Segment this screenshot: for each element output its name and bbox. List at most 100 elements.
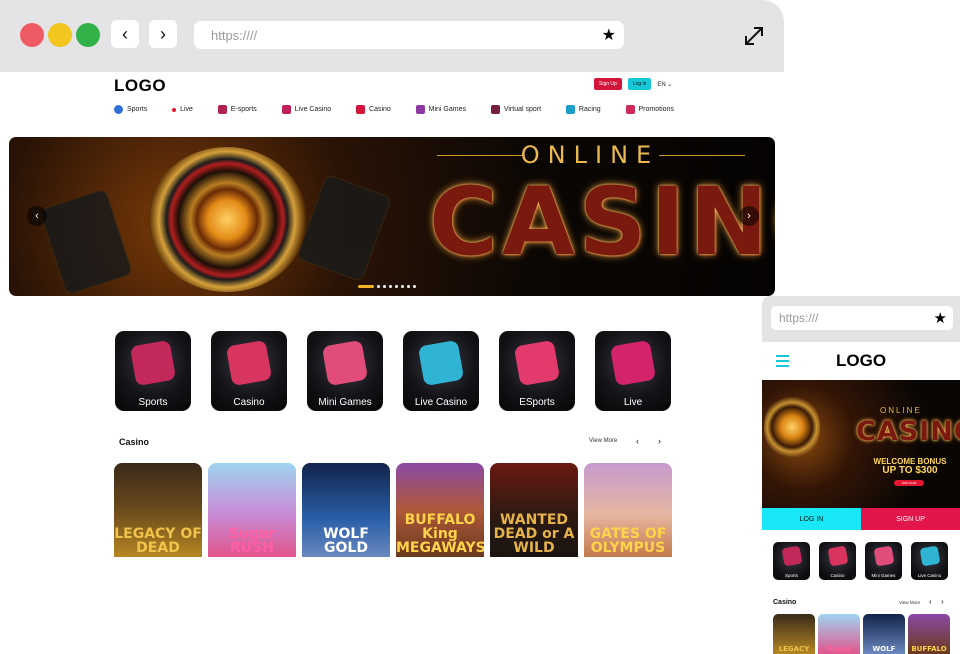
game-card[interactable]: LEGACY OF DEAD: [114, 463, 202, 557]
game-title: BUFFALO King MEGAWAYS: [396, 512, 484, 556]
bookmark-star-icon[interactable]: ★: [934, 309, 947, 327]
category-tile-esports[interactable]: ESports: [499, 331, 575, 411]
language-selector[interactable]: EN ⌄: [657, 81, 672, 88]
mobile-view-more-link[interactable]: View More: [899, 600, 920, 605]
cards-icon: [919, 545, 941, 567]
game-title: WOLF: [872, 645, 896, 653]
game-card[interactable]: BUFFALO King MEGAWAYS: [396, 463, 484, 557]
mobile-banner-online-text: ONLINE: [880, 406, 922, 415]
menu-item-mini-games[interactable]: Mini Games: [415, 105, 466, 114]
chevron-left-icon[interactable]: ‹: [636, 436, 639, 446]
mobile-site-logo[interactable]: LOGO: [836, 351, 886, 371]
banner-pagination: [358, 285, 416, 288]
join-now-button[interactable]: JOIN NOW: [894, 480, 924, 486]
pagination-dot[interactable]: [395, 285, 398, 288]
hamburger-menu-icon[interactable]: [776, 355, 789, 370]
pagination-dot[interactable]: [413, 285, 416, 288]
mobile-login-button[interactable]: LOG IN: [762, 508, 861, 530]
mobile-category-tiles: Sports Casino Mini Games Live Casino: [773, 542, 948, 580]
casino-icon: [356, 105, 366, 114]
chevron-left-icon[interactable]: ‹: [929, 597, 932, 606]
signup-button[interactable]: Sign Up: [594, 78, 622, 90]
game-title: Sugar: [827, 645, 851, 653]
gamepad-icon: [513, 339, 561, 387]
category-tile-casino[interactable]: Casino: [211, 331, 287, 411]
minimize-window-button[interactable]: [48, 23, 72, 47]
live-dot-icon: [172, 107, 177, 112]
category-tile-mini-games[interactable]: Mini Games: [307, 331, 383, 411]
mobile-signup-button[interactable]: SIGN UP: [861, 508, 960, 530]
mobile-banner-casino-text: CASINO: [856, 416, 960, 447]
menu-item-esports[interactable]: E-sports: [217, 105, 257, 114]
esports-icon: [217, 105, 227, 114]
mobile-category-tile-mini-games[interactable]: Mini Games: [865, 542, 902, 580]
game-card[interactable]: BUFFALO: [908, 614, 950, 654]
menu-item-virtual-sport[interactable]: Virtual sport: [490, 105, 541, 114]
game-card[interactable]: WANTED DEAD or A WILD: [490, 463, 578, 557]
roulette-wheel-image: [764, 392, 820, 462]
chevron-right-icon[interactable]: ›: [658, 436, 661, 446]
game-card[interactable]: WOLF GOLD: [302, 463, 390, 557]
game-card[interactable]: GATES OF OLYMPUS: [584, 463, 672, 557]
site-logo[interactable]: LOGO: [114, 76, 166, 96]
bookmark-star-icon[interactable]: ★: [602, 25, 616, 45]
category-tile-live[interactable]: Live: [595, 331, 671, 411]
game-title: BUFFALO: [911, 645, 947, 653]
mobile-address-bar[interactable]: https:/// ★: [771, 306, 953, 330]
mobile-game-cards-row: LEGACY Sugar WOLF BUFFALO: [773, 614, 950, 654]
menu-item-live[interactable]: Live: [172, 105, 193, 114]
game-title: WOLF GOLD: [323, 526, 369, 556]
mobile-category-tile-sports[interactable]: Sports: [773, 542, 810, 580]
category-tile-live-casino[interactable]: Live Casino: [403, 331, 479, 411]
hero-banner[interactable]: ONLINE CASINO ‹ ›: [9, 137, 775, 296]
menu-item-promotions[interactable]: Promotions: [625, 105, 674, 114]
mobile-auth-bar: LOG IN SIGN UP: [762, 508, 960, 530]
forward-button[interactable]: ›: [149, 20, 177, 48]
address-bar[interactable]: https://// ★: [194, 21, 624, 49]
pagination-dot[interactable]: [401, 285, 404, 288]
joystick-icon: [321, 339, 369, 387]
window-controls: [20, 23, 100, 47]
game-card[interactable]: Sugar RUSH: [208, 463, 296, 557]
back-arrow-icon: ‹: [122, 23, 128, 44]
promotions-icon: [625, 105, 635, 114]
pagination-dot[interactable]: [389, 285, 392, 288]
maximize-window-button[interactable]: [76, 23, 100, 47]
game-card[interactable]: Sugar: [818, 614, 860, 654]
pagination-dot[interactable]: [407, 285, 410, 288]
back-button[interactable]: ‹: [111, 20, 139, 48]
mobile-category-tile-casino[interactable]: Casino: [819, 542, 856, 580]
menu-item-racing[interactable]: Racing: [565, 105, 601, 114]
chevron-right-icon[interactable]: ›: [941, 597, 944, 606]
pagination-dot[interactable]: [358, 285, 374, 288]
forward-arrow-icon: ›: [160, 23, 166, 44]
menu-item-sports[interactable]: Sports: [114, 105, 147, 114]
menu-item-casino[interactable]: Casino: [356, 105, 391, 114]
mobile-hero-banner[interactable]: ONLINE CASINO WELCOME BONUS UP TO $300 J…: [762, 380, 960, 508]
menu-item-live-casino[interactable]: Live Casino: [281, 105, 331, 114]
expand-icon[interactable]: [742, 24, 766, 48]
playing-card-image: [295, 173, 393, 283]
mobile-url-text: https:///: [779, 311, 819, 325]
pagination-dot[interactable]: [383, 285, 386, 288]
mobile-casino-section-title: Casino: [773, 599, 797, 606]
mobile-page: LOGO ONLINE CASINO WELCOME BONUS UP TO $…: [762, 342, 960, 654]
joystick-icon: [873, 545, 895, 567]
game-title: LEGACY: [778, 645, 810, 653]
login-button[interactable]: Log in: [627, 78, 652, 90]
game-card[interactable]: LEGACY: [773, 614, 815, 654]
slot-machine-icon: [225, 339, 273, 387]
banner-prev-button[interactable]: ‹: [27, 206, 47, 226]
pagination-dot[interactable]: [377, 285, 380, 288]
banner-next-button[interactable]: ›: [739, 206, 759, 226]
game-title: Sugar RUSH: [228, 526, 276, 556]
mini-games-icon: [415, 105, 425, 114]
game-card[interactable]: WOLF: [863, 614, 905, 654]
soccer-ball-icon: [114, 105, 123, 114]
category-tile-sports[interactable]: Sports: [115, 331, 191, 411]
mobile-category-tile-live-casino[interactable]: Live Casino: [911, 542, 948, 580]
view-more-link[interactable]: View More: [589, 438, 617, 444]
close-window-button[interactable]: [20, 23, 44, 47]
game-title: GATES OF OLYMPUS: [589, 526, 667, 556]
desktop-browser-chrome: ‹ › https://// ★: [0, 0, 784, 72]
